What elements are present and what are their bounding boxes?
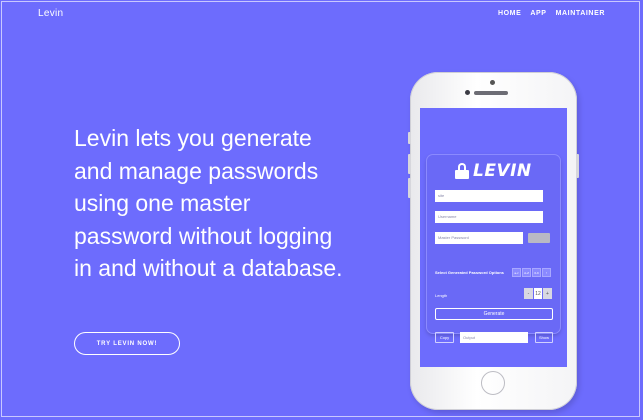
site-input[interactable]: site xyxy=(435,190,543,202)
hero-headline: Levin lets you generate and manage passw… xyxy=(74,125,343,281)
lock-icon xyxy=(455,163,469,179)
phone-side-button xyxy=(576,154,579,178)
option-uppercase[interactable]: A-Z xyxy=(522,268,531,277)
options-label: Select Generated Password Options xyxy=(435,270,504,275)
app-logo-text: LEVIN xyxy=(473,161,532,181)
app-card: LEVIN site Username Master Password Sele… xyxy=(427,155,560,343)
try-levin-button[interactable]: TRY LEVIN NOW! xyxy=(74,332,180,355)
nav-maintainer[interactable]: MAINTAINER xyxy=(556,10,605,17)
generate-button[interactable]: Generate xyxy=(435,308,553,320)
option-lowercase[interactable]: a-z xyxy=(512,268,521,277)
app-logo: LEVIN xyxy=(455,161,532,181)
length-label: Length xyxy=(435,293,448,298)
phone-mockup: LEVIN site Username Master Password Sele… xyxy=(408,72,579,410)
master-password-toggle[interactable] xyxy=(528,233,550,243)
length-decrement-button[interactable]: - xyxy=(524,288,533,299)
phone-sensor xyxy=(490,80,495,85)
phone-camera xyxy=(465,90,470,95)
phone-screen: LEVIN site Username Master Password Sele… xyxy=(420,108,567,367)
nav-home[interactable]: HOME xyxy=(498,10,521,17)
phone-side-button xyxy=(408,178,411,198)
master-password-input[interactable]: Master Password xyxy=(435,232,523,244)
length-increment-button[interactable]: + xyxy=(543,288,552,299)
brand-logo[interactable]: Levin xyxy=(38,8,63,19)
phone-side-button xyxy=(408,154,411,174)
output-field[interactable]: Output xyxy=(460,332,528,343)
phone-home-button xyxy=(481,371,505,395)
option-digits[interactable]: 0-9 xyxy=(532,268,541,277)
username-input[interactable]: Username xyxy=(435,211,543,223)
phone-speaker xyxy=(474,91,508,95)
show-button[interactable]: Show xyxy=(535,332,553,343)
phone-side-button xyxy=(408,132,411,144)
top-nav: HOME APP MAINTAINER xyxy=(498,10,605,17)
length-value-field[interactable]: 12 xyxy=(534,288,542,299)
option-symbols[interactable]: ! xyxy=(542,268,551,277)
nav-app[interactable]: APP xyxy=(530,10,546,17)
copy-button[interactable]: Copy xyxy=(435,332,454,343)
